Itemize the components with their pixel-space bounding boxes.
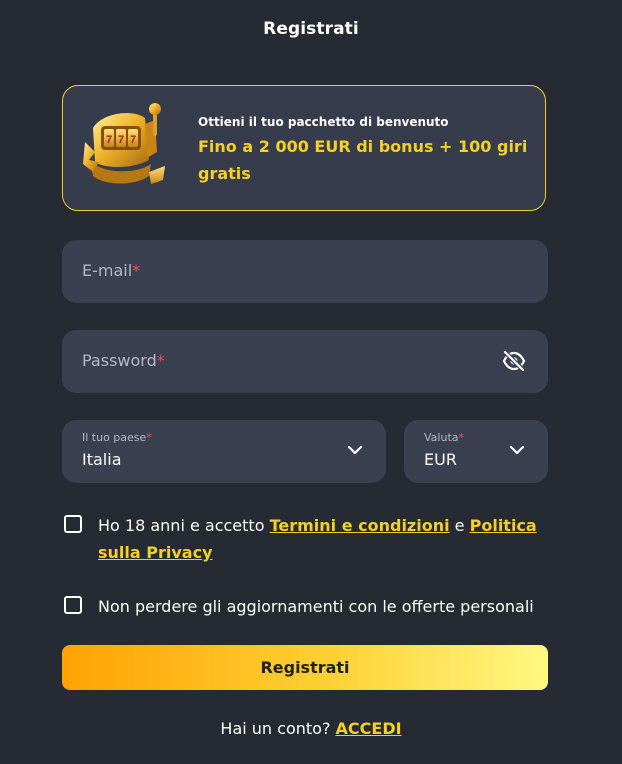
password-field[interactable]: Password* <box>62 330 548 393</box>
currency-value: EUR <box>424 450 457 469</box>
currency-label: Valuta <box>424 431 459 444</box>
svg-text:7: 7 <box>130 134 136 146</box>
svg-text:7: 7 <box>118 134 124 146</box>
terms-text-and: e <box>449 516 470 535</box>
password-placeholder: Password <box>82 351 157 370</box>
chevron-down-icon <box>509 445 525 455</box>
terms-link[interactable]: Termini e condizioni <box>270 516 450 535</box>
register-button[interactable]: Registrati <box>62 645 548 690</box>
svg-text:7: 7 <box>106 134 112 146</box>
page-title: Registrati <box>263 19 359 39</box>
country-select[interactable]: Il tuo paese* Italia <box>62 420 386 483</box>
country-value: Italia <box>82 450 122 469</box>
login-prompt: Hai un conto? ACCEDI <box>0 719 622 738</box>
slot-machine-icon: 7 7 7 <box>83 103 165 184</box>
email-field[interactable]: E-mail* <box>62 240 548 303</box>
required-asterisk: * <box>132 261 141 280</box>
chevron-down-icon <box>347 445 363 455</box>
eye-off-icon[interactable] <box>502 350 526 372</box>
login-link[interactable]: ACCEDI <box>336 719 402 738</box>
required-asterisk: * <box>156 351 165 370</box>
required-asterisk: * <box>146 431 152 444</box>
offers-text: Non perdere gli aggiornamenti con le off… <box>98 597 534 616</box>
offers-checkbox[interactable] <box>64 596 82 614</box>
country-label: Il tuo paese <box>82 431 147 444</box>
login-question: Hai un conto? <box>220 719 336 738</box>
promo-subtitle: Ottieni il tuo pacchetto di benvenuto <box>198 115 449 129</box>
currency-select[interactable]: Valuta* EUR <box>404 420 548 483</box>
welcome-bonus-card: 7 7 7 Ottieni il tuo pacchetto di benven… <box>62 85 546 211</box>
terms-text: Ho 18 anni e accetto Termini e condizion… <box>98 512 550 566</box>
terms-checkbox[interactable] <box>64 515 82 533</box>
terms-text-before: Ho 18 anni e accetto <box>98 516 270 535</box>
email-placeholder: E-mail <box>82 261 133 280</box>
required-asterisk: * <box>458 431 465 444</box>
promo-offer: Fino a 2 000 EUR di bonus + 100 giri gra… <box>198 137 528 183</box>
